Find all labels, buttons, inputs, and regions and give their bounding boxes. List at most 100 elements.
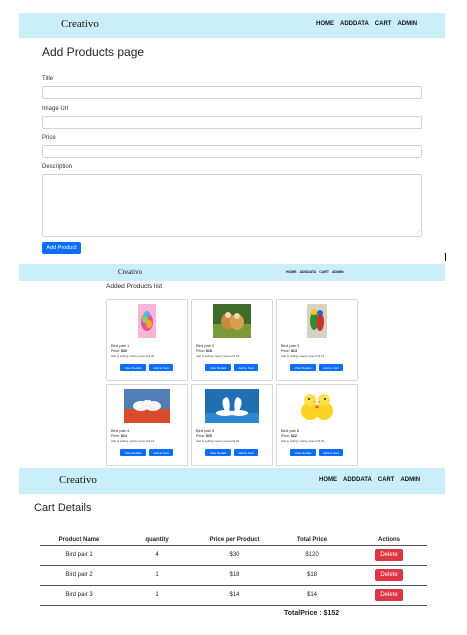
actions-cell: Delete [351, 585, 427, 606]
product-price: Price: $20 [196, 434, 212, 438]
bird-pair-3-image [307, 304, 327, 338]
product-description: that is selling nearly around $ 20 [196, 439, 240, 443]
delete-button[interactable]: Delete [375, 569, 403, 581]
column-header: Price per Product [196, 535, 273, 546]
quantity-cell: 1 [118, 565, 196, 586]
brand-logo-2[interactable]: Creativo [118, 268, 142, 276]
products-heading: Added Products list [106, 283, 163, 290]
nav-links-3: HOME ADDDATA CART ADMIN [319, 477, 420, 483]
bird-pair-4-image [124, 389, 170, 423]
nav-home-link[interactable]: HOME [316, 21, 334, 27]
add-to-cart-button[interactable]: Add to Cart [149, 364, 173, 371]
product-title: Bird pair 6 [281, 428, 300, 433]
column-header: Product Name [40, 535, 118, 546]
actions-cell: Delete [351, 565, 427, 586]
image-url-label: Image Url [42, 106, 69, 112]
product-title: Bird pair 4 [111, 428, 130, 433]
product-card: Bird pair 4 Price: $14 that is selling n… [106, 384, 188, 466]
title-label: Title [42, 76, 54, 82]
nav-admin-link[interactable]: ADMIN [332, 270, 343, 274]
view-details-button[interactable]: View Details [290, 449, 316, 456]
brand-logo-3[interactable]: Creativo [59, 474, 97, 486]
total-cell: $120 [273, 545, 351, 566]
table-row: Bird pair 2 1 $18 $18 Delete [40, 565, 427, 586]
text-cursor [445, 253, 446, 261]
quantity-cell: 1 [118, 585, 196, 606]
product-description: that is selling nearly around $ 22 [281, 439, 325, 443]
nav-cart-link[interactable]: CART [319, 270, 329, 274]
add-to-cart-button[interactable]: Add to Cart [319, 449, 343, 456]
cart-heading: Cart Details [34, 502, 92, 514]
product-title: Bird pair 3 [281, 343, 300, 348]
total-cell: $14 [273, 585, 351, 606]
total-cell: $18 [273, 565, 351, 586]
product-description: that is selling nearly around $ 14 [111, 439, 155, 443]
product-price: Price: $22 [281, 434, 297, 438]
product-price: Price: $14 [111, 434, 127, 438]
nav-admin-link[interactable]: ADMIN [400, 477, 420, 483]
nav-cart-link[interactable]: CART [375, 21, 392, 27]
product-card: Bird pair 6 Price: $22 that is selling n… [276, 384, 358, 466]
view-details-button[interactable]: View Details [120, 364, 146, 371]
price-input[interactable] [42, 145, 422, 158]
view-details-button[interactable]: View Details [120, 449, 146, 456]
product-price: Price: $14 [281, 349, 297, 353]
add-product-button[interactable]: Add Product [42, 242, 81, 254]
table-row: Bird pair 1 4 $30 $120 Delete [40, 545, 427, 566]
column-header: Total Price [273, 535, 351, 546]
nav-cart-link[interactable]: CART [378, 477, 395, 483]
view-details-button[interactable]: View Details [205, 449, 231, 456]
bird-pair-2-image [213, 304, 251, 338]
product-name-cell: Bird pair 1 [40, 545, 118, 566]
view-details-button[interactable]: View Details [205, 364, 231, 371]
product-title: Bird pair 1 [111, 343, 130, 348]
resize-handle-icon[interactable]: ⟋ [416, 230, 420, 236]
column-header: quantity [118, 535, 196, 546]
nav-adddata-link[interactable]: ADDDATA [340, 21, 369, 27]
bird-pair-6-image [296, 389, 338, 423]
title-input[interactable] [42, 86, 422, 99]
price-cell: $30 [196, 545, 273, 566]
table-row: Bird pair 3 1 $14 $14 Delete [40, 585, 427, 606]
navbar-middle: Creativo HOME ADDDATA CART ADMIN [19, 264, 445, 281]
cart-table: Product Name quantity Price per Product … [40, 535, 427, 606]
price-cell: $18 [196, 565, 273, 586]
nav-links-2: HOME ADDDATA CART ADMIN [286, 270, 344, 274]
bird-pair-1-image [138, 304, 156, 338]
product-description: that is selling nearly around $ 14 [281, 354, 325, 358]
delete-button[interactable]: Delete [375, 549, 403, 561]
column-header: Actions [351, 535, 427, 546]
product-card: Bird pair 3 Price: $14 that is selling n… [276, 299, 358, 381]
image-url-input[interactable] [42, 116, 422, 129]
add-to-cart-button[interactable]: Add to Cart [149, 449, 173, 456]
product-title: Bird pair 2 [196, 343, 215, 348]
product-price: Price: $18 [196, 349, 212, 353]
price-label: Price [42, 135, 56, 141]
product-price: Price: $30 [111, 349, 127, 353]
description-label: Description [42, 164, 73, 170]
brand-logo[interactable]: Creativo [61, 18, 99, 30]
product-card: Bird pair 1 Price: $30 that is selling n… [106, 299, 188, 381]
table-header-row: Product Name quantity Price per Product … [40, 535, 427, 546]
nav-home-link[interactable]: HOME [286, 270, 297, 274]
add-to-cart-button[interactable]: Add to Cart [234, 364, 258, 371]
view-details-button[interactable]: View Details [290, 364, 316, 371]
cart-total-price: TotalPrice : $152 [284, 610, 340, 617]
nav-admin-link[interactable]: ADMIN [397, 21, 417, 27]
description-textarea[interactable]: ⟋ [42, 174, 422, 237]
price-cell: $14 [196, 585, 273, 606]
navbar-bottom: Creativo HOME ADDDATA CART ADMIN [19, 468, 445, 494]
product-name-cell: Bird pair 2 [40, 565, 118, 586]
add-to-cart-button[interactable]: Add to Cart [234, 449, 258, 456]
product-card: Bird pair 2 Price: $18 that is selling n… [191, 299, 273, 381]
nav-adddata-link[interactable]: ADDDATA [300, 270, 317, 274]
product-title: Bird pair 5 [196, 428, 215, 433]
delete-button[interactable]: Delete [375, 589, 403, 601]
nav-adddata-link[interactable]: ADDDATA [343, 477, 372, 483]
nav-home-link[interactable]: HOME [319, 477, 337, 483]
navbar-top: Creativo HOME ADDDATA CART ADMIN [19, 13, 445, 38]
add-to-cart-button[interactable]: Add to Cart [319, 364, 343, 371]
bird-pair-5-image [205, 389, 259, 423]
actions-cell: Delete [351, 545, 427, 566]
product-description: that is selling nearly around $ 30 [111, 354, 155, 358]
